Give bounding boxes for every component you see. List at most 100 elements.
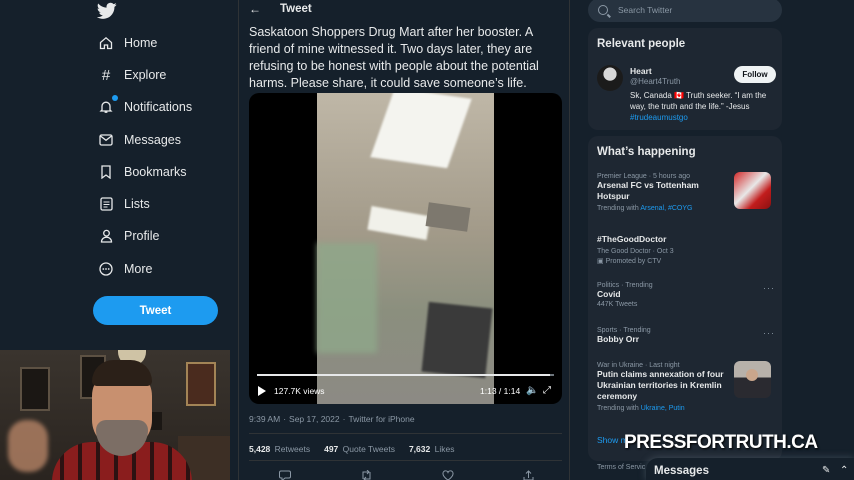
tweet-actions	[279, 469, 534, 480]
trend-context: Sports · Trending	[597, 327, 651, 334]
nav-label: Messages	[124, 133, 181, 147]
trend-item[interactable]: War in Ukraine · Last night Putin claims…	[597, 362, 725, 414]
nav-item-bookmarks[interactable]: Bookmarks	[97, 160, 187, 184]
meta-separator: ·	[283, 414, 287, 424]
trend-title: Arsenal FC vs Tottenham Hotspur	[597, 180, 699, 201]
tweet-button[interactable]: Tweet	[93, 296, 218, 325]
tweet-text: Saskatoon Shoppers Drug Mart after her b…	[249, 25, 539, 90]
page-title: Tweet	[280, 3, 312, 15]
search-icon	[598, 5, 608, 15]
follow-button[interactable]: Follow	[734, 66, 776, 83]
nav-label: Bookmarks	[124, 165, 187, 179]
nav-label: Home	[124, 36, 158, 50]
tweet-meta: 9:39 AM · Sep 17, 2022 · Twitter for iPhone	[249, 414, 415, 424]
trend-context: Premier League · 5 hours ago	[597, 173, 690, 180]
back-arrow-icon[interactable]: ←	[249, 2, 261, 16]
expand-drawer-icon[interactable]: ⌃	[840, 465, 848, 476]
bookmark-icon	[97, 163, 115, 181]
share-icon[interactable]	[523, 470, 534, 480]
trend-with-links[interactable]: Ukraine, Putin	[641, 405, 685, 412]
nav-item-notifications[interactable]: Notifications	[97, 95, 192, 119]
retweets-count: 5,428	[249, 444, 271, 454]
quotes-count: 497	[324, 444, 339, 454]
quotes-stat[interactable]: 497 Quote Tweets	[324, 444, 395, 454]
nav-label: Profile	[124, 229, 160, 243]
nav-item-more[interactable]: More	[97, 257, 152, 281]
trend-title: #TheGoodDoctor	[597, 234, 667, 244]
video-progress-bar[interactable]	[257, 374, 554, 376]
trend-item[interactable]: Politics · Trending Covid 447K Tweets	[597, 282, 757, 310]
notification-dot	[112, 95, 118, 101]
bio-text: Sk, Canada 🇨🇦 Truth seeker. “I am the wa…	[630, 91, 767, 111]
relevant-person-handle: @Heart4Truth	[630, 77, 681, 86]
trend-with-links[interactable]: Arsenal, #COYG	[640, 205, 692, 212]
messages-drawer[interactable]: Messages ✎ ⌃	[646, 458, 854, 480]
play-icon[interactable]	[258, 386, 266, 396]
more-options-icon[interactable]: ···	[763, 283, 775, 293]
nav-label: Explore	[124, 68, 167, 82]
search-box[interactable]	[588, 0, 782, 22]
quotes-label: Quote Tweets	[342, 444, 395, 454]
hashtag-icon: #	[101, 66, 111, 84]
trend-title: Putin claims annexation of four Ukrainia…	[597, 369, 724, 401]
new-message-icon[interactable]: ✎	[822, 465, 830, 476]
nav-item-explore[interactable]: # Explore	[97, 63, 167, 87]
retweets-stat[interactable]: 5,428 Retweets	[249, 444, 310, 454]
trend-context: Politics · Trending	[597, 282, 653, 289]
tweet-source: Twitter for iPhone	[348, 414, 415, 424]
trend-item[interactable]: Premier League · 5 hours ago Arsenal FC …	[597, 173, 727, 214]
likes-count: 7,632	[408, 444, 431, 454]
fullscreen-icon[interactable]: ⤢	[543, 385, 551, 396]
video-time: 1:13 / 1:14	[480, 386, 521, 396]
trend-title: Bobby Orr	[597, 334, 640, 344]
relevant-person-name[interactable]: Heart	[630, 66, 652, 76]
bell-icon	[97, 95, 118, 116]
terms-link[interactable]: Terms of Servic	[597, 464, 645, 471]
search-input[interactable]	[618, 5, 768, 15]
like-icon[interactable]	[442, 470, 454, 480]
tweet-stats: 5,428 Retweets 497 Quote Tweets 7,632 Li…	[249, 444, 454, 454]
avatar[interactable]	[597, 65, 623, 91]
likes-stat[interactable]: 7,632 Likes	[409, 444, 455, 454]
person-icon	[97, 227, 115, 245]
nav-item-messages[interactable]: Messages	[97, 128, 181, 152]
more-options-icon[interactable]: ···	[763, 328, 775, 338]
trend-item[interactable]: #TheGoodDoctor The Good Doctor · Oct 3 ▣…	[597, 234, 757, 267]
relevant-people-title: Relevant people	[597, 38, 686, 50]
tweet-time[interactable]: 9:39 AM	[249, 414, 280, 424]
trend-subtext: Trending with Arsenal, #COYG	[597, 204, 727, 214]
presenter-hair	[92, 360, 152, 386]
divider	[249, 460, 562, 461]
retweet-icon[interactable]	[360, 469, 373, 480]
trend-subtext: 447K Tweets	[597, 301, 638, 308]
left-sidebar: Home # Explore Notifications Messages Bo…	[0, 0, 238, 480]
relevant-person-bio: Sk, Canada 🇨🇦 Truth seeker. “I am the wa…	[630, 90, 776, 123]
home-icon	[97, 34, 115, 52]
wall-picture	[20, 367, 50, 411]
more-circle-icon	[97, 260, 115, 278]
list-icon	[97, 195, 115, 213]
promoted-text: Promoted by CTV	[605, 258, 662, 265]
nav-label: Notifications	[124, 100, 193, 114]
twitter-logo-icon[interactable]	[97, 2, 117, 20]
nav-item-home[interactable]: Home	[97, 31, 157, 55]
nav-item-profile[interactable]: Profile	[97, 224, 159, 248]
video-progress-fill	[257, 374, 551, 376]
trend-item[interactable]: Sports · Trending Bobby Orr	[597, 327, 757, 345]
nav-label: Lists	[124, 197, 150, 211]
volume-icon[interactable]: 🔈	[526, 385, 538, 396]
tweet-date[interactable]: Sep 17, 2022	[289, 414, 340, 424]
webcam-overlay	[0, 350, 230, 480]
divider	[249, 433, 562, 434]
likes-label: Likes	[434, 444, 455, 454]
envelope-icon	[97, 131, 115, 149]
nav-item-lists[interactable]: Lists	[97, 192, 150, 216]
video-player[interactable]: 127.7K views 1:13 / 1:14 🔈 ⤢	[249, 93, 562, 404]
bio-hashtag[interactable]: #trudeaumustgo	[630, 113, 688, 122]
trend-subtext: Trending with Ukraine, Putin	[597, 404, 725, 414]
reply-icon[interactable]	[279, 470, 291, 480]
blurred-object	[421, 301, 493, 379]
tweet-header: ← Tweet	[239, 0, 569, 18]
trend-subtext: The Good Doctor · Oct 3	[597, 248, 674, 255]
right-sidebar: Relevant people Heart @Heart4Truth Follo…	[570, 0, 854, 480]
